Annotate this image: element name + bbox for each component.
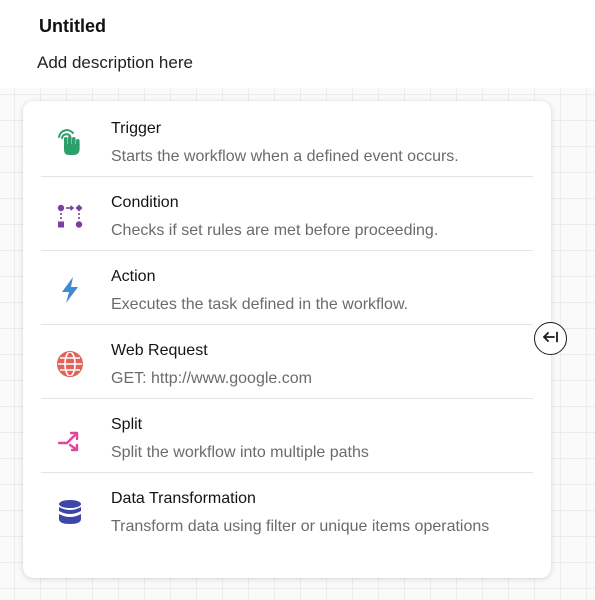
menu-item-split[interactable]: Split Split the workflow into multiple p… <box>41 399 533 473</box>
split-arrows-icon <box>54 422 86 454</box>
menu-item-trigger[interactable]: Trigger Starts the workflow when a defin… <box>41 103 533 177</box>
workflow-description[interactable]: Add description here <box>37 53 193 73</box>
menu-item-data-transformation[interactable]: Data Transformation Transform data using… <box>41 473 533 547</box>
menu-item-title: Web Request <box>111 342 208 359</box>
database-icon <box>54 496 86 528</box>
menu-item-web-request[interactable]: Web Request GET: http://www.google.com <box>41 325 533 399</box>
menu-item-subtitle: Transform data using filter or unique it… <box>111 518 490 535</box>
node-type-menu: Trigger Starts the workflow when a defin… <box>23 101 551 578</box>
collapse-panel-button[interactable] <box>534 322 567 355</box>
lightning-bolt-icon <box>54 274 86 306</box>
globe-icon <box>54 348 86 380</box>
menu-item-title: Condition <box>111 194 179 211</box>
menu-item-subtitle: Executes the task defined in the workflo… <box>111 296 409 313</box>
menu-item-title: Split <box>111 416 143 433</box>
menu-item-title: Action <box>111 268 156 285</box>
menu-item-subtitle: GET: http://www.google.com <box>111 370 312 387</box>
menu-item-subtitle: Checks if set rules are met before proce… <box>111 222 439 239</box>
workflow-header: Untitled Add description here <box>0 0 595 88</box>
workflow-title[interactable]: Untitled <box>39 16 106 37</box>
collapse-left-icon <box>542 330 559 348</box>
menu-item-subtitle: Split the workflow into multiple paths <box>111 444 369 461</box>
menu-item-title: Data Transformation <box>111 490 256 507</box>
menu-item-action[interactable]: Action Executes the task defined in the … <box>41 251 533 325</box>
menu-item-title: Trigger <box>111 120 162 137</box>
menu-item-condition[interactable]: Condition Checks if set rules are met be… <box>41 177 533 251</box>
menu-item-subtitle: Starts the workflow when a defined event… <box>111 148 459 165</box>
hand-tap-icon <box>54 126 86 158</box>
condition-nodes-icon <box>54 200 86 232</box>
